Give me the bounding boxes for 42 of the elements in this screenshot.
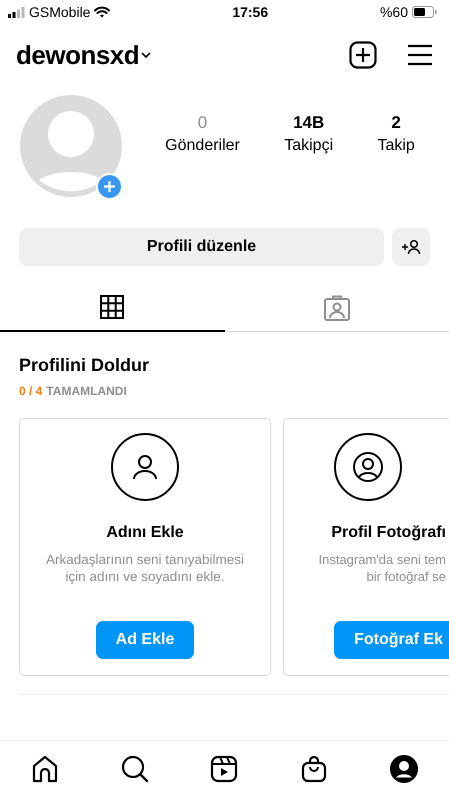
home-icon	[30, 754, 59, 782]
card-title: Profil Fotoğrafı	[331, 523, 446, 543]
profile-icon	[390, 754, 418, 782]
reels-icon	[210, 754, 238, 782]
section-title: Profilini Doldur	[19, 354, 150, 377]
tagged-person-icon	[324, 294, 350, 320]
username[interactable]: dewonsxd	[16, 36, 140, 74]
nav-tab[interactable]	[389, 754, 420, 784]
avatar[interactable]	[19, 94, 123, 198]
card-description: Arkadaşlarının seni tanıyabilmesi	[46, 551, 244, 568]
status-time: 17:56	[231, 2, 270, 22]
chevron-down-icon[interactable]	[139, 50, 154, 60]
card-description: Instagram'da seni tem	[318, 551, 446, 568]
stat-label[interactable]: Gönderiler	[165, 134, 240, 158]
stat-count: 2	[390, 112, 402, 134]
add-person-icon	[401, 239, 421, 255]
progress-count: 0 / 4	[19, 383, 42, 400]
grid-icon	[100, 295, 124, 319]
card-description: için adını ve soyadını ekle.	[64, 568, 226, 585]
signal-icon	[8, 6, 25, 18]
plus-icon	[103, 180, 116, 193]
person-icon	[131, 453, 159, 481]
nav-tab[interactable]	[209, 754, 240, 784]
nav-tab[interactable]	[120, 754, 150, 784]
shopping-bag-icon	[300, 754, 328, 782]
carrier-name: GSMobile	[29, 2, 90, 22]
progress-label: TAMAMLANDI	[46, 383, 127, 400]
search-icon	[120, 754, 149, 782]
stat-count: 0	[196, 112, 208, 134]
battery-percent: %60	[380, 2, 408, 22]
battery-icon	[412, 6, 437, 18]
add-post-icon[interactable]	[349, 41, 377, 69]
stat-label[interactable]: Takip	[377, 134, 415, 158]
stat-label[interactable]: Takipçi	[284, 134, 334, 158]
profile-photo-icon	[352, 451, 384, 483]
edit-profile-button[interactable]: Profili düzenle	[19, 228, 384, 266]
wifi-icon	[94, 6, 110, 18]
discover-people-button[interactable]	[392, 228, 430, 266]
stat-count: 14B	[292, 112, 326, 134]
card-description: bir fotoğraf se	[366, 568, 446, 585]
card-title: Adını Ekle	[106, 523, 184, 543]
menu-icon[interactable]	[407, 44, 433, 66]
